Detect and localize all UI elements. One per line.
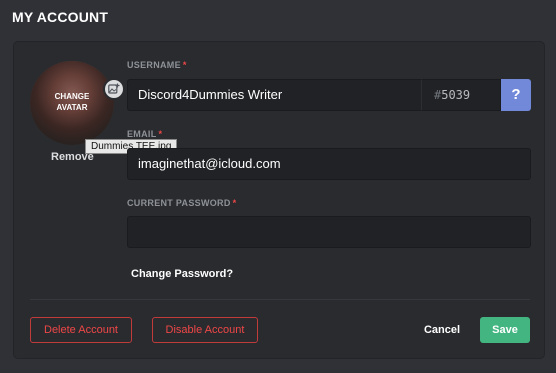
save-button[interactable]: Save	[480, 317, 530, 343]
username-label: USERNAME *	[127, 60, 187, 70]
username-input[interactable]: Discord4Dummies Writer	[127, 79, 421, 111]
email-label-text: EMAIL	[127, 129, 157, 139]
divider	[30, 299, 530, 300]
current-password-label: CURRENT PASSWORD *	[127, 198, 236, 208]
cancel-button[interactable]: Cancel	[419, 317, 465, 343]
email-label: EMAIL *	[127, 129, 162, 139]
username-label-text: USERNAME	[127, 60, 181, 70]
discriminator-field[interactable]: #5039	[421, 79, 501, 111]
current-password-input[interactable]	[127, 216, 531, 248]
delete-account-button[interactable]: Delete Account	[30, 317, 132, 343]
required-mark: *	[158, 129, 163, 139]
account-card: CHANGE AVATAR Remove Dummies TEE.jpg USER…	[13, 41, 545, 359]
email-field[interactable]: imaginethat@icloud.com	[127, 148, 531, 180]
change-password-link[interactable]: Change Password?	[131, 268, 233, 280]
page-title: MY ACCOUNT	[12, 9, 109, 25]
change-avatar-text: CHANGE AVATAR	[54, 92, 90, 112]
image-add-icon[interactable]	[103, 78, 125, 100]
discriminator-value: 5039	[441, 88, 471, 102]
required-mark: *	[232, 198, 237, 208]
help-icon[interactable]: ?	[501, 79, 531, 111]
current-password-label-text: CURRENT PASSWORD	[127, 198, 231, 208]
avatar[interactable]: CHANGE AVATAR	[30, 61, 114, 145]
disable-account-button[interactable]: Disable Account	[152, 317, 258, 343]
avatar-uploader[interactable]: CHANGE AVATAR	[30, 61, 125, 145]
required-mark: *	[182, 60, 187, 70]
